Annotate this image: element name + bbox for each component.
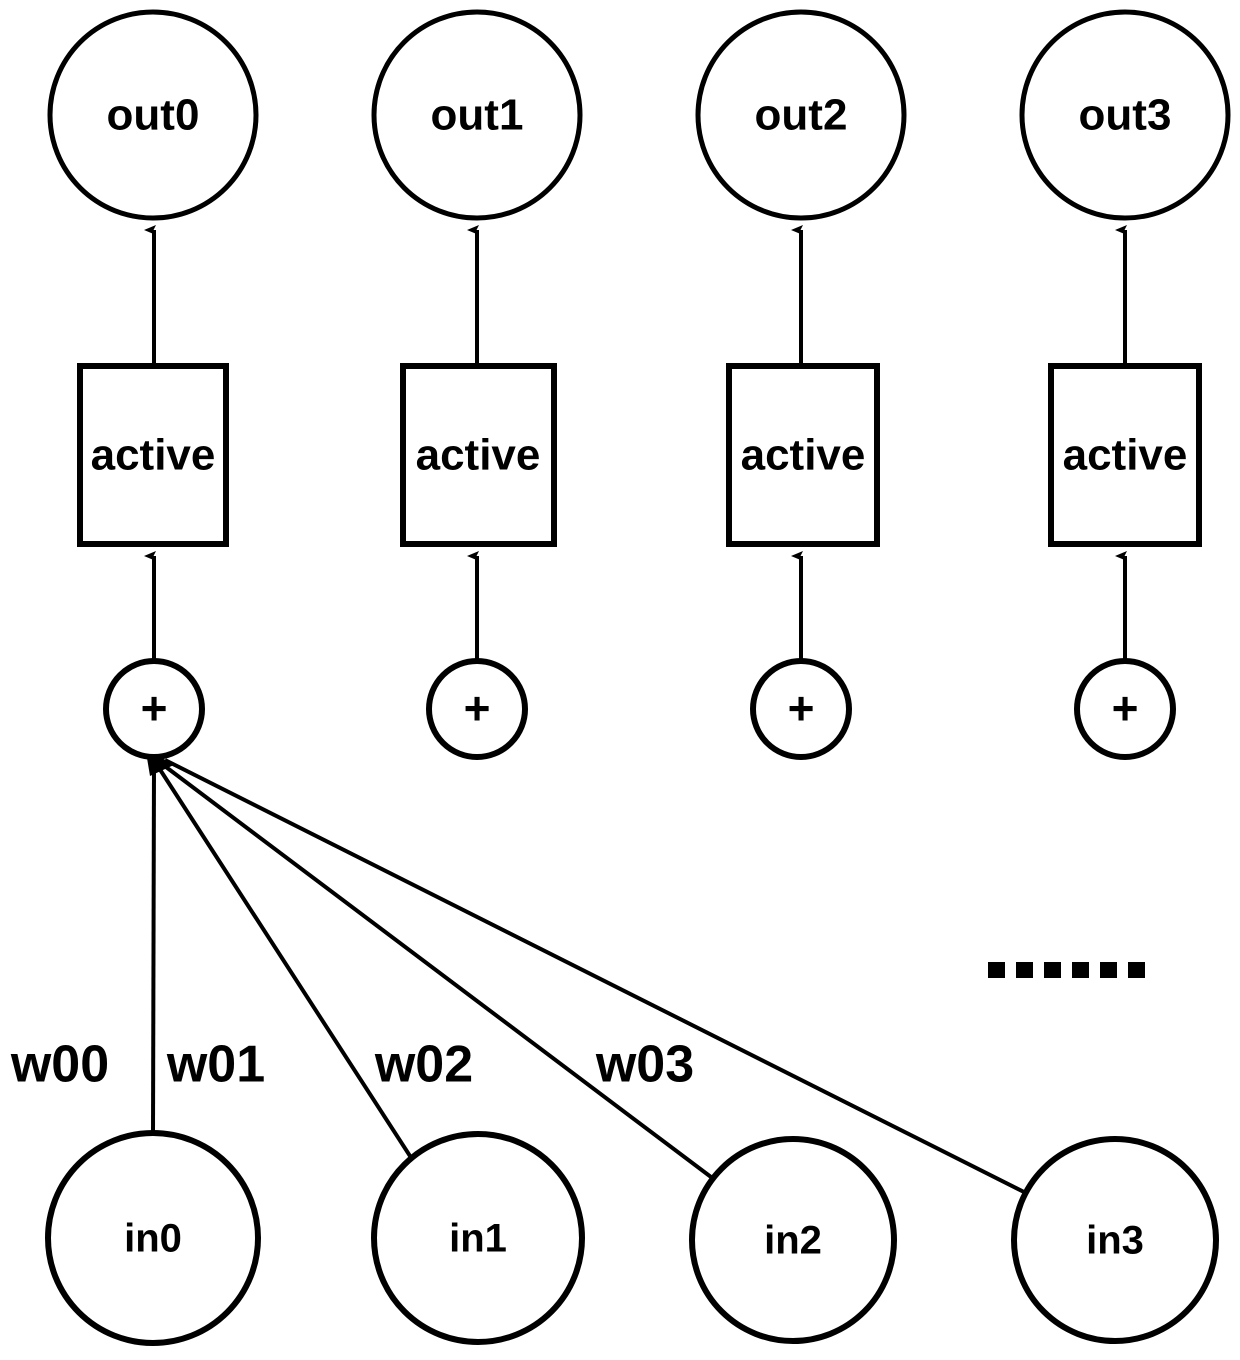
weight-label-w00: w00 bbox=[10, 1036, 109, 1094]
activation-box-2[interactable]: active bbox=[726, 363, 880, 547]
input-label-0: in0 bbox=[124, 1217, 182, 1261]
output-label-0: out0 bbox=[107, 91, 200, 140]
activation-label-0: active bbox=[91, 431, 216, 480]
sum-node-2[interactable]: + bbox=[750, 658, 852, 760]
input-label-1: in1 bbox=[449, 1217, 507, 1261]
edge-in1-to-sum0 bbox=[157, 766, 434, 1192]
continuation-dots bbox=[988, 962, 1145, 978]
neural-network-diagram: out0 out1 out2 out3 active active active… bbox=[0, 0, 1240, 1360]
input-nodes-group: in0 in1 in2 in3 bbox=[45, 1130, 1219, 1346]
output-label-2: out2 bbox=[755, 91, 848, 140]
sum-node-1[interactable]: + bbox=[426, 658, 528, 760]
activation-to-output-edges bbox=[144, 225, 1127, 366]
edge-in0-to-sum0 bbox=[151, 765, 156, 1134]
dot-2 bbox=[1044, 962, 1061, 978]
activation-boxes-group: active active active active bbox=[77, 363, 1202, 547]
dot-5 bbox=[1128, 962, 1145, 978]
activation-box-3[interactable]: active bbox=[1048, 363, 1202, 547]
activation-box-0[interactable]: active bbox=[77, 363, 229, 547]
sum-node-0[interactable]: + bbox=[103, 658, 205, 760]
sum-to-activation-edges bbox=[144, 551, 1127, 661]
weight-label-w01: w01 bbox=[166, 1036, 265, 1094]
activation-label-1: active bbox=[416, 431, 541, 480]
input-node-3[interactable]: in3 bbox=[1011, 1136, 1219, 1344]
dot-4 bbox=[1100, 962, 1117, 978]
diagram-canvas: out0 out1 out2 out3 active active active… bbox=[10, 9, 1231, 1346]
output-nodes-group: out0 out1 out2 out3 bbox=[47, 9, 1231, 221]
sum-node-3[interactable]: + bbox=[1074, 658, 1176, 760]
activation-box-1[interactable]: active bbox=[400, 363, 557, 547]
sum-nodes-group: + + + + bbox=[103, 658, 1176, 760]
input-label-3: in3 bbox=[1086, 1219, 1144, 1263]
dot-3 bbox=[1072, 962, 1089, 978]
plus-icon-3: + bbox=[1112, 682, 1139, 734]
activation-label-2: active bbox=[741, 431, 866, 480]
dot-0 bbox=[988, 962, 1005, 978]
plus-icon-2: + bbox=[788, 682, 815, 734]
input-node-2[interactable]: in2 bbox=[689, 1136, 897, 1344]
activation-label-3: active bbox=[1063, 431, 1188, 480]
input-edges-group bbox=[146, 752, 1031, 1197]
weight-label-w02: w02 bbox=[374, 1036, 473, 1094]
input-label-2: in2 bbox=[764, 1219, 822, 1263]
weight-label-w03: w03 bbox=[595, 1036, 694, 1094]
output-node-0[interactable]: out0 bbox=[47, 9, 259, 221]
output-label-1: out1 bbox=[431, 91, 524, 140]
plus-icon-1: + bbox=[464, 682, 491, 734]
output-label-3: out3 bbox=[1079, 91, 1172, 140]
input-node-0[interactable]: in0 bbox=[45, 1130, 261, 1346]
dot-1 bbox=[1016, 962, 1033, 978]
input-node-1[interactable]: in1 bbox=[371, 1131, 585, 1345]
edge-in2-to-sum0 bbox=[160, 762, 717, 1182]
plus-icon-0: + bbox=[141, 682, 168, 734]
output-node-1[interactable]: out1 bbox=[371, 9, 583, 221]
output-node-3[interactable]: out3 bbox=[1019, 9, 1231, 221]
output-node-2[interactable]: out2 bbox=[695, 9, 907, 221]
